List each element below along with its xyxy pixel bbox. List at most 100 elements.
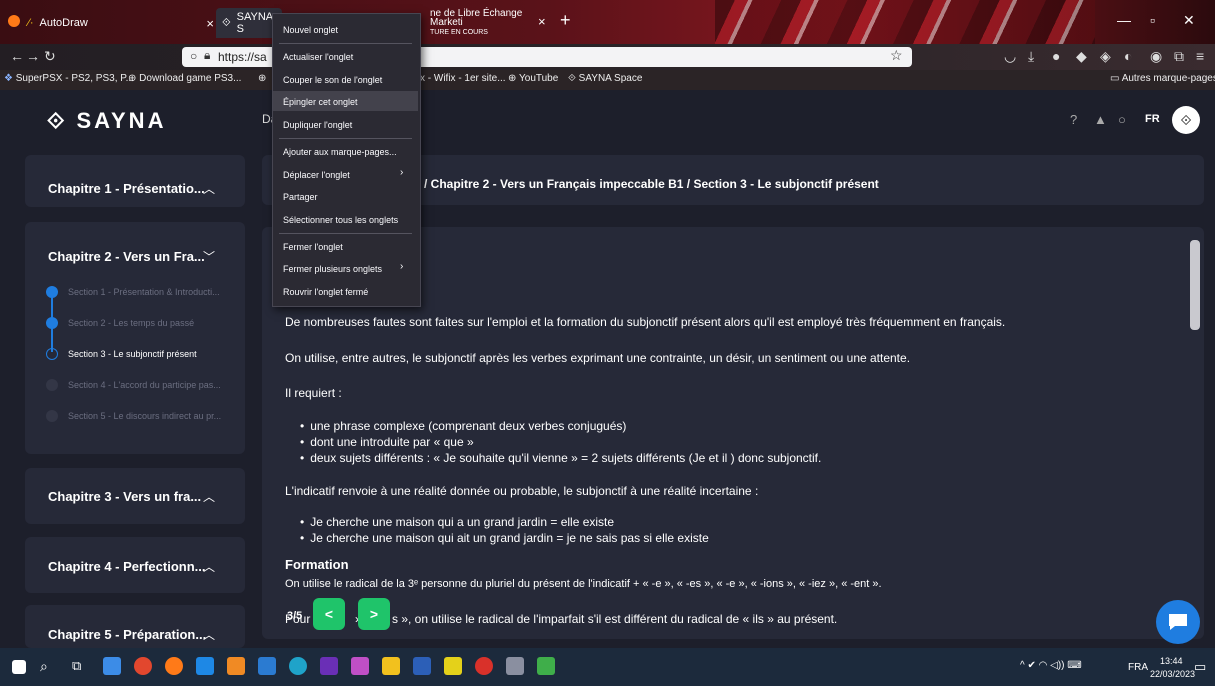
app-icon[interactable] xyxy=(382,657,400,675)
pocket-icon[interactable]: ◡ xyxy=(1004,48,1016,65)
tray-icons[interactable]: ^ ✔ ◠ ◁)) ⌨ xyxy=(1020,660,1082,671)
sayna-icon: ⟐ xyxy=(222,16,231,29)
sidebar-item-section-4[interactable]: Section 4 - L'accord du participe pas... xyxy=(68,380,221,390)
extensions-puzzle-icon[interactable]: ⧉ xyxy=(1174,48,1184,65)
input-language[interactable]: FRA xyxy=(1128,662,1148,673)
opera-icon[interactable] xyxy=(134,657,152,675)
previous-button[interactable]: < xyxy=(313,598,345,630)
chevron-up-icon[interactable]: ︿ xyxy=(203,488,215,505)
bookmark-star-icon[interactable]: ☆ xyxy=(890,47,903,64)
tab-autodraw[interactable]: ⁄· AutoDraw × xyxy=(28,8,214,38)
chevron-up-icon[interactable]: ︿ xyxy=(203,626,215,643)
new-tab-button[interactable]: + xyxy=(560,10,571,31)
page-counter: 3/5 xyxy=(287,610,303,622)
section-current-dot xyxy=(46,348,58,360)
menu-item-select-all[interactable]: Sélectionner tous les onglets xyxy=(283,215,398,225)
menu-item-close-tab[interactable]: Fermer l'onglet xyxy=(283,242,343,252)
autodraw-icon: ⁄· xyxy=(28,17,34,29)
chevron-down-icon[interactable]: ﹀ xyxy=(203,248,215,265)
lock-icon[interactable]: 🔒︎ xyxy=(204,48,210,63)
app-icon[interactable] xyxy=(475,657,493,675)
chapter-title: Chapitre 3 - Vers un fra... xyxy=(48,489,202,504)
search-icon[interactable]: ⌕ xyxy=(40,658,48,675)
other-bookmarks[interactable]: ▭ Autres marque-pages xyxy=(1110,73,1215,84)
chat-icon xyxy=(1169,614,1187,630)
globe-icon: ⊕ xyxy=(508,73,517,84)
chevron-up-icon[interactable]: ︿ xyxy=(203,180,215,197)
app-icon[interactable] xyxy=(537,657,555,675)
menu-item-pin[interactable]: Épingler cet onglet xyxy=(283,97,358,107)
paragraph: L'indicatif renvoie à une réalité donnée… xyxy=(285,484,759,498)
list-item: Je cherche une maison qui ait un grand j… xyxy=(300,531,709,545)
vlc-icon[interactable] xyxy=(227,657,245,675)
chat-button[interactable] xyxy=(1156,600,1200,644)
maximize-icon[interactable]: ▫ xyxy=(1150,12,1155,28)
extension-icon[interactable]: ● xyxy=(1052,48,1060,64)
bookmark-youtube[interactable]: ⊕ YouTube xyxy=(508,73,558,84)
word-icon[interactable] xyxy=(413,657,431,675)
shield-icon[interactable]: ○ xyxy=(190,49,197,63)
menu-item-duplicate[interactable]: Dupliquer l'onglet xyxy=(283,120,352,130)
app-icon[interactable] xyxy=(506,657,524,675)
edge-icon[interactable] xyxy=(289,657,307,675)
firefox-icon[interactable] xyxy=(8,15,20,27)
clock-date[interactable]: 22/03/2023 xyxy=(1150,669,1195,679)
menu-separator xyxy=(279,43,412,44)
language-selector[interactable]: FR xyxy=(1145,113,1160,125)
menu-item-reopen[interactable]: Rouvrir l'onglet fermé xyxy=(283,287,368,297)
menu-item-move[interactable]: Déplacer l'onglet xyxy=(283,170,350,180)
search-icon[interactable]: ○ xyxy=(1118,112,1126,127)
menu-item-reload[interactable]: Actualiser l'onglet xyxy=(283,52,353,62)
bookmark-superpsx[interactable]: ❖ SuperPSX - PS2, PS3, P... xyxy=(4,73,134,84)
minimize-icon[interactable]: — xyxy=(1117,12,1131,28)
extension-icon[interactable]: ◉ xyxy=(1150,48,1162,65)
close-tab-icon[interactable]: × xyxy=(538,14,546,29)
app-icon[interactable] xyxy=(351,657,369,675)
sidebar-item-section-5[interactable]: Section 5 - Le discours indirect au pr..… xyxy=(68,411,221,421)
help-icon[interactable]: ? xyxy=(1070,112,1077,127)
firefox-icon[interactable] xyxy=(165,657,183,675)
vscode-icon[interactable] xyxy=(258,657,276,675)
menu-item-bookmark[interactable]: Ajouter aux marque-pages... xyxy=(283,147,397,157)
app-icon[interactable] xyxy=(320,657,338,675)
menu-item-new-tab[interactable]: Nouvel onglet xyxy=(283,25,338,35)
back-icon[interactable]: ← xyxy=(10,48,24,64)
app-icon[interactable] xyxy=(444,657,462,675)
tab-libre-echange[interactable]: ne de Libre Échange Marketi TURE EN COUR… xyxy=(430,8,550,38)
avatar[interactable]: ⟐ xyxy=(1172,106,1200,134)
bookmark-wifix[interactable]: x - Wifix - 1er site... xyxy=(420,73,506,84)
menu-item-mute[interactable]: Couper le son de l'onglet xyxy=(283,75,382,85)
file-explorer-icon[interactable] xyxy=(103,657,121,675)
next-button[interactable]: > xyxy=(358,598,390,630)
notifications-icon[interactable]: ▭ xyxy=(1194,659,1206,675)
close-tab-icon[interactable]: × xyxy=(206,16,214,31)
sidebar-item-section-1[interactable]: Section 1 - Présentation & Introducti... xyxy=(68,287,220,297)
folder-icon: ▭ xyxy=(1110,73,1120,84)
chevron-up-icon[interactable]: ︿ xyxy=(203,558,215,575)
extension-icon[interactable]: ◈ xyxy=(1100,48,1111,65)
download-icon[interactable]: ⤓ xyxy=(1028,48,1034,65)
menu-item-share[interactable]: Partager xyxy=(283,192,318,202)
close-window-icon[interactable]: ✕ xyxy=(1183,12,1195,29)
chapter-title: Chapitre 2 - Vers un Fra... xyxy=(48,249,205,264)
bookmark-partial[interactable]: ⊕ xyxy=(258,73,266,84)
forward-icon[interactable]: → xyxy=(26,48,40,64)
menu-item-close-multiple[interactable]: Fermer plusieurs onglets xyxy=(283,264,382,274)
bookmark-sayna-space[interactable]: ⟐ SAYNA Space xyxy=(568,73,642,84)
menu-icon[interactable]: ≡ xyxy=(1196,48,1204,64)
reload-icon[interactable]: ↻ xyxy=(44,48,56,65)
scrollbar[interactable] xyxy=(1190,240,1200,330)
extension-icon[interactable]: ◐ xyxy=(1124,48,1132,64)
clock-time[interactable]: 13:44 xyxy=(1160,656,1183,666)
windows-start-icon[interactable] xyxy=(12,660,26,674)
bookmark-download-game[interactable]: ⊕ Download game PS3... xyxy=(128,73,241,84)
bell-icon[interactable]: ▲ xyxy=(1094,112,1107,127)
store-icon[interactable] xyxy=(196,657,214,675)
url-text: https://sa xyxy=(218,50,267,64)
sidebar-item-section-2[interactable]: Section 2 - Les temps du passé xyxy=(68,318,194,328)
sayna-logo[interactable]: ⟐ SAYNA xyxy=(47,108,166,134)
sidebar-item-section-3[interactable]: Section 3 - Le subjonctif présent xyxy=(68,349,197,359)
task-view-icon[interactable]: ⧉ xyxy=(72,658,81,674)
extension-icon[interactable]: ◆ xyxy=(1076,48,1087,65)
section-done-dot xyxy=(46,317,58,329)
